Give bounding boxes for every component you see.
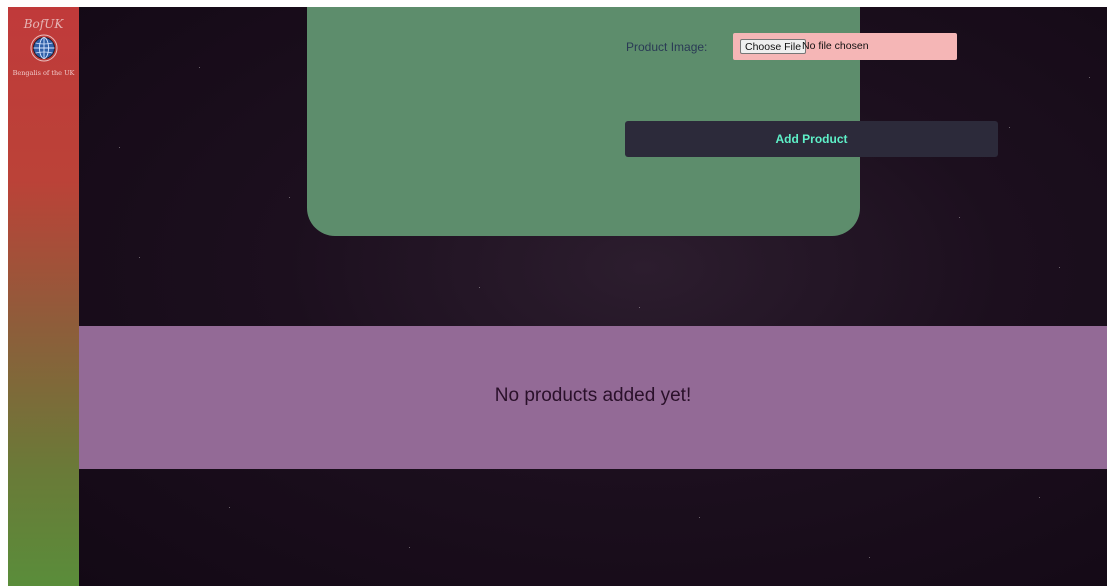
choose-file-button[interactable]: Choose File (740, 39, 807, 54)
product-image-input[interactable]: Choose File No file chosen (733, 33, 957, 60)
sidebar: BofUK Bengalis of the UK (8, 7, 79, 586)
products-list-section: No products added yet! (79, 326, 1107, 469)
empty-products-message: No products added yet! (494, 385, 692, 406)
product-image-label: Product Image: (626, 40, 708, 54)
page-frame: BofUK Bengalis of the UK Product Image: … (8, 7, 1107, 586)
logo-subtitle: Bengalis of the UK (12, 69, 75, 77)
logo-title[interactable]: BofUK (8, 17, 79, 31)
globe-icon[interactable] (30, 34, 58, 62)
file-status-text: No file chosen (802, 40, 869, 52)
main-content: Product Image: Choose File No file chose… (79, 7, 1107, 586)
add-product-button[interactable]: Add Product (625, 121, 998, 157)
add-product-form: Product Image: Choose File No file chose… (307, 7, 998, 236)
